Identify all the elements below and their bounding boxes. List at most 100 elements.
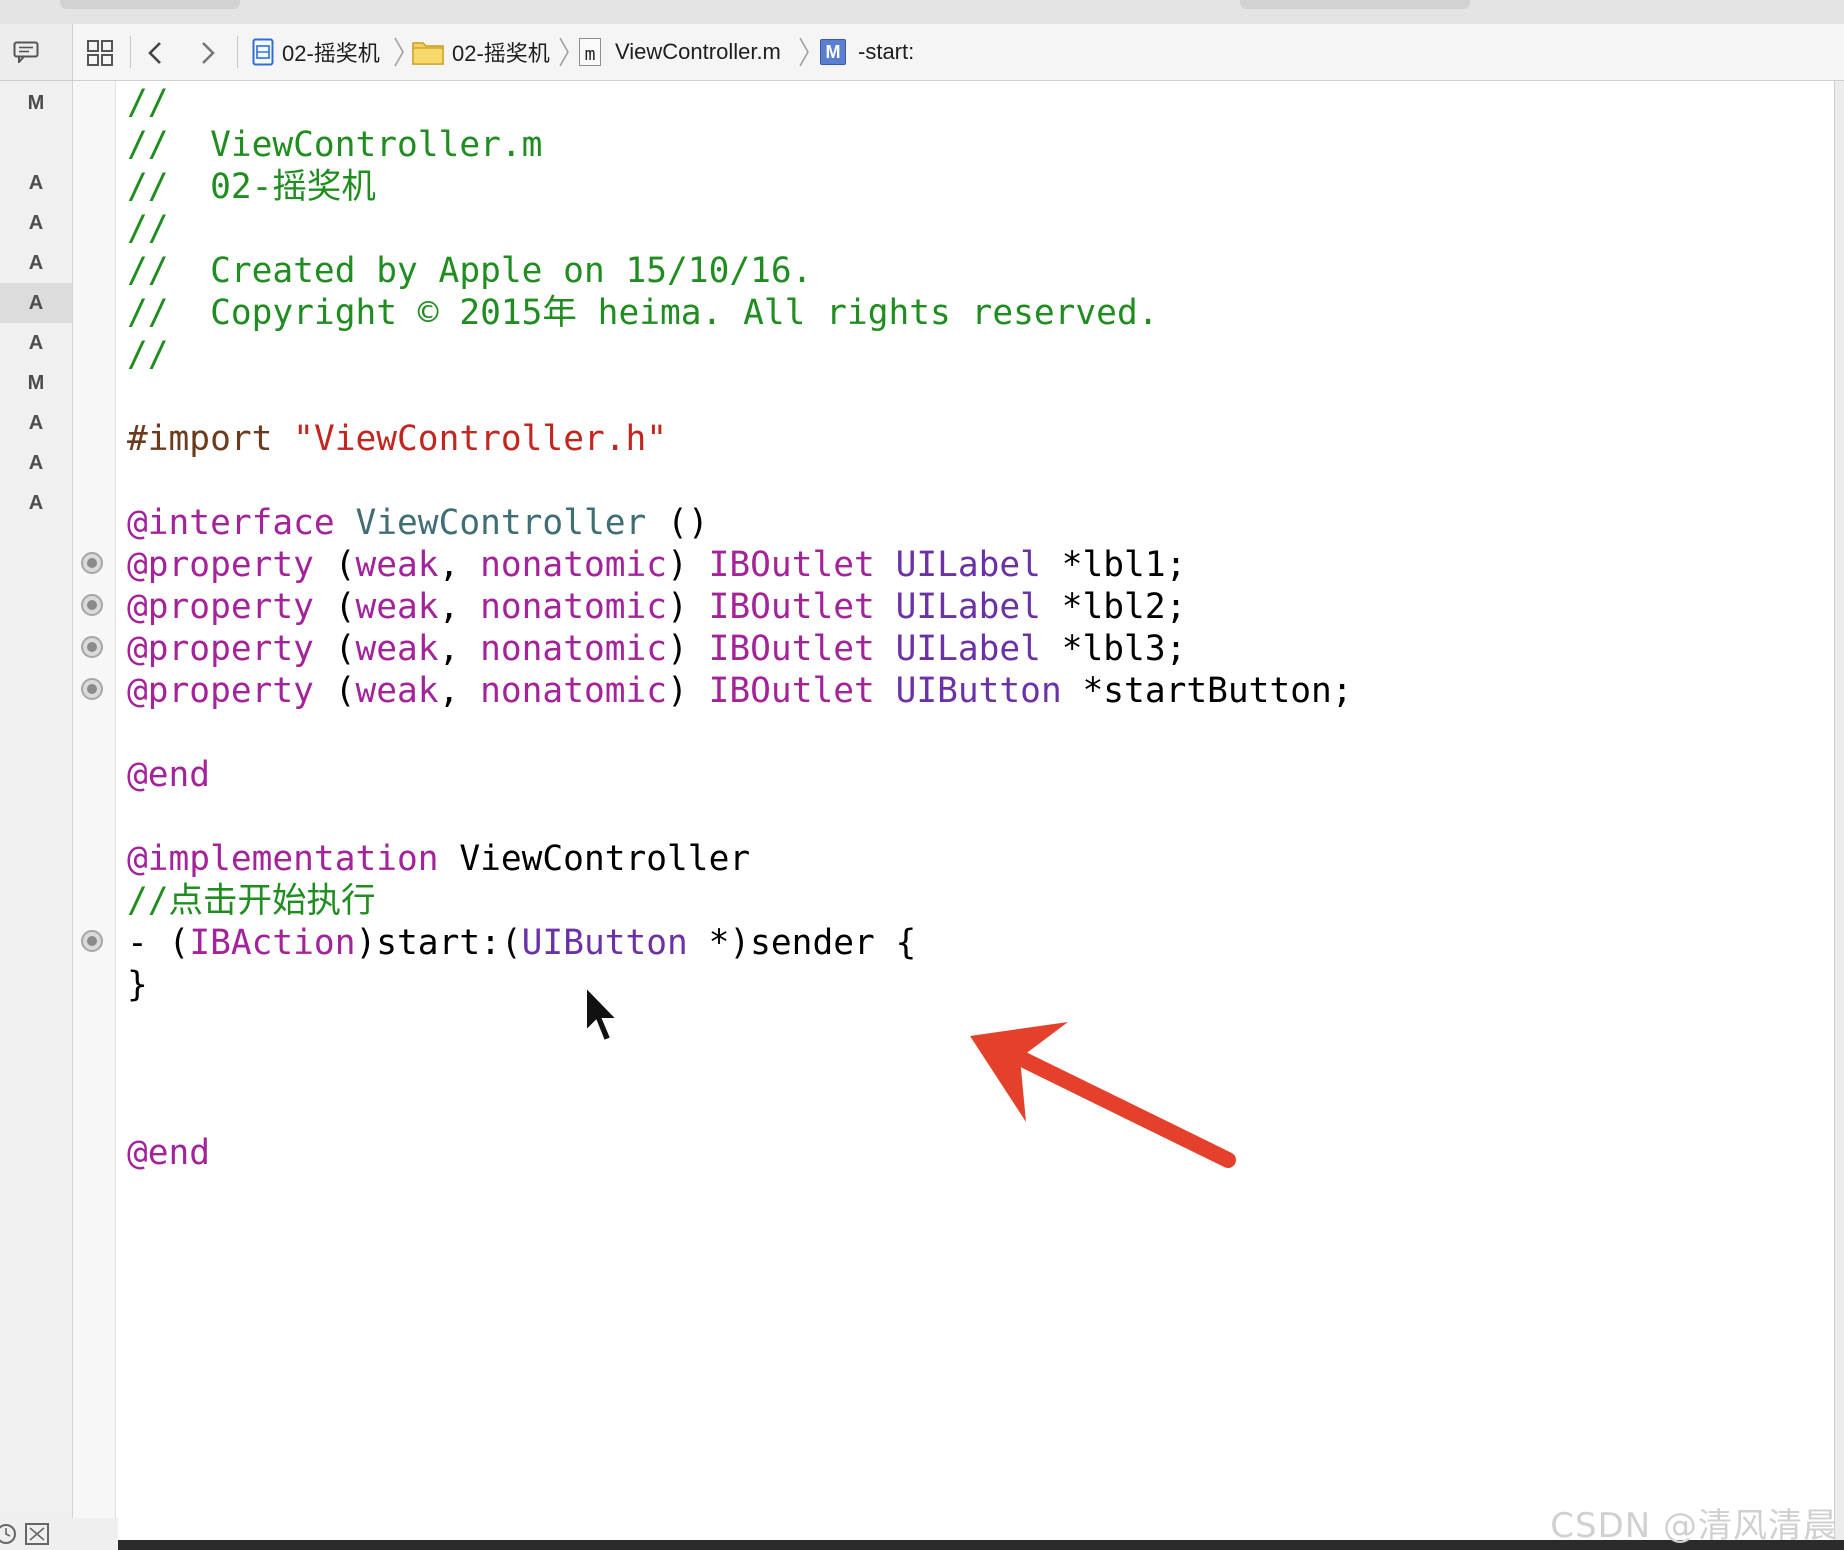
code-token: // Copyright © 2015年 heima. All rights r… <box>127 293 1159 333</box>
outlet-connection-circle-icon[interactable] <box>81 552 103 574</box>
breadcrumb-method[interactable]: M -start: <box>820 24 914 80</box>
filter-box-icon[interactable] <box>24 1522 50 1546</box>
breadcrumb-method-label: -start: <box>858 39 915 64</box>
code-token: "ViewController.h" <box>293 419 668 459</box>
code-token: ViewController <box>438 839 751 879</box>
breadcrumb-project-label: 02-摇奖机 <box>282 41 380 66</box>
code-line[interactable] <box>127 712 1353 754</box>
code-token: // Created by Apple on 15/10/16. <box>127 251 813 291</box>
code-token: UILabel <box>895 545 1041 585</box>
code-token: #import <box>127 419 294 459</box>
code-line[interactable]: @interface ViewController () <box>127 502 1353 544</box>
code-token: *lbl3; <box>1040 629 1187 669</box>
code-token: @property <box>127 587 314 627</box>
jump-bar-left-panel <box>0 24 73 80</box>
code-line[interactable]: // <box>127 82 1353 124</box>
objc-file-icon: m <box>579 38 601 66</box>
code-line[interactable]: // <box>127 334 1353 376</box>
code-line[interactable]: @property (weak, nonatomic) IBOutlet UIL… <box>127 628 1353 670</box>
code-token: )start:( <box>355 923 522 963</box>
action-connection-circle-icon[interactable] <box>81 930 103 952</box>
scm-status-marker: A <box>28 212 44 234</box>
code-token: UILabel <box>895 587 1041 627</box>
scm-status-marker-selected: A <box>0 283 72 323</box>
method-icon-letter: M <box>825 41 841 62</box>
code-token: *lbl2; <box>1040 587 1187 627</box>
window-tab[interactable] <box>1240 0 1470 9</box>
scm-status-marker: M <box>27 92 45 114</box>
code-token: IBAction <box>189 923 356 963</box>
code-line[interactable]: @end <box>127 754 1353 796</box>
editor-scroll-gutter[interactable] <box>1834 81 1844 1550</box>
back-chevron-icon[interactable] <box>147 41 163 65</box>
scm-status-marker: A <box>28 412 44 434</box>
outlet-connection-circle-icon[interactable] <box>81 636 103 658</box>
jump-bar-separator <box>237 36 238 68</box>
code-line[interactable]: // 02-摇奖机 <box>127 166 1353 208</box>
code-token: weak <box>355 587 439 627</box>
code-token: ViewController <box>355 503 647 543</box>
code-token: @property <box>127 545 314 585</box>
objc-file-icon-letter: m <box>584 44 596 65</box>
breadcrumb-file[interactable]: m ViewController.m <box>579 24 781 80</box>
code-token: @end <box>127 1133 211 1173</box>
code-line[interactable]: } <box>127 964 1353 1006</box>
code-line[interactable] <box>127 460 1353 502</box>
jump-bar-separator <box>130 36 131 68</box>
code-line[interactable]: @property (weak, nonatomic) IBOutlet UIL… <box>127 586 1353 628</box>
code-line[interactable]: // ViewController.m <box>127 124 1353 166</box>
code-token: @property <box>127 629 314 669</box>
code-token: // <box>127 83 169 123</box>
code-token: @implementation <box>127 839 439 879</box>
code-token: @property <box>127 671 314 711</box>
code-line[interactable]: // Created by Apple on 15/10/16. <box>127 250 1353 292</box>
code-token: IBOutlet <box>708 587 875 627</box>
method-icon: M <box>820 39 846 65</box>
code-line[interactable]: @property (weak, nonatomic) IBOutlet UIL… <box>127 544 1353 586</box>
code-line[interactable] <box>127 796 1353 838</box>
folder-icon <box>412 42 444 65</box>
breadcrumb-project[interactable]: 02-摇奖机 <box>252 24 380 80</box>
code-token: @end <box>127 755 211 795</box>
window-tab[interactable] <box>60 0 240 9</box>
breadcrumb-group[interactable]: 02-摇奖机 <box>412 24 550 80</box>
comment-bubble-icon[interactable] <box>13 41 39 63</box>
related-items-grid-icon[interactable] <box>87 40 113 66</box>
code-token: UIButton <box>895 671 1062 711</box>
code-token: //点击开始执行 <box>127 881 376 921</box>
watermark: CSDN @清风清晨 <box>1550 1506 1838 1546</box>
forward-chevron-icon[interactable] <box>200 41 216 65</box>
code-token: IBOutlet <box>708 545 875 585</box>
code-line[interactable]: // Copyright © 2015年 heima. All rights r… <box>127 292 1353 334</box>
outlet-connection-circle-icon[interactable] <box>81 594 103 616</box>
code-line[interactable] <box>127 376 1353 418</box>
scm-status-marker: A <box>28 452 44 474</box>
outlet-connection-circle-icon[interactable] <box>81 678 103 700</box>
code-token: UIButton <box>521 923 688 963</box>
code-line[interactable]: @implementation ViewController <box>127 838 1353 880</box>
editor-bottom-controls <box>0 1518 118 1550</box>
window-title-strip <box>0 0 1844 25</box>
code-token: } <box>127 965 148 1005</box>
code-token: ) <box>667 671 709 711</box>
scm-status-marker: A <box>28 252 44 274</box>
code-token: UILabel <box>895 629 1041 669</box>
code-token: nonatomic <box>480 671 668 711</box>
red-annotation-arrow <box>970 1022 1236 1168</box>
code-line[interactable]: - (IBAction)start:(UIButton *)sender { <box>127 922 1353 964</box>
code-token: , <box>438 587 481 627</box>
code-line[interactable]: //点击开始执行 <box>127 880 1353 922</box>
scm-status-marker: M <box>27 372 45 394</box>
code-line[interactable]: // <box>127 208 1353 250</box>
breadcrumb-separator-icon <box>799 37 809 67</box>
code-line[interactable]: #import "ViewController.h" <box>127 418 1353 460</box>
code-token: - ( <box>127 923 190 963</box>
code-token: *)sender { <box>687 923 917 963</box>
code-token: weak <box>355 545 439 585</box>
code-token: nonatomic <box>480 629 668 669</box>
history-clock-icon[interactable] <box>0 1522 18 1546</box>
code-line[interactable]: @property (weak, nonatomic) IBOutlet UIB… <box>127 670 1353 712</box>
